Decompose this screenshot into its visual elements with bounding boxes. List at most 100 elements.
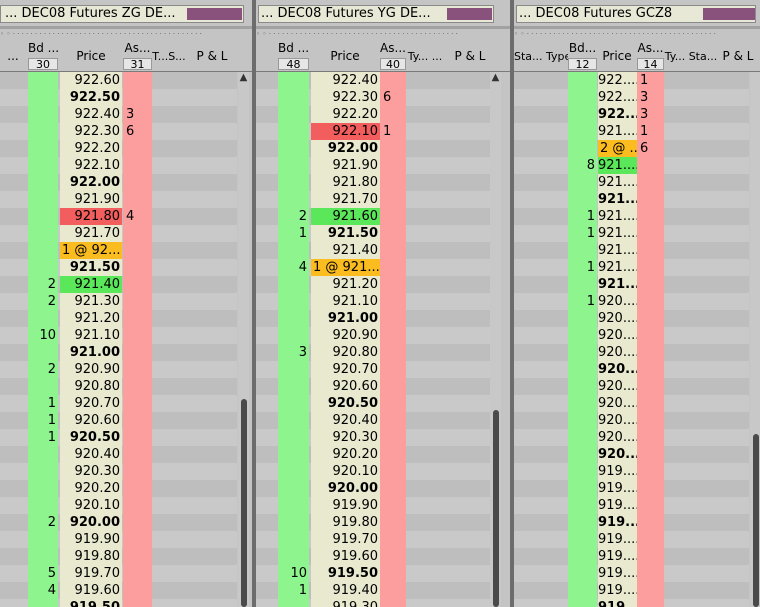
- ask-size-cell[interactable]: [380, 497, 406, 514]
- ladder-row[interactable]: 921.70: [256, 191, 490, 208]
- ladder-row[interactable]: 922.00: [0, 174, 237, 191]
- bid-size-cell[interactable]: [278, 123, 309, 140]
- bid-size-cell[interactable]: [278, 463, 309, 480]
- bid-size-cell[interactable]: [568, 72, 597, 89]
- ladder-row[interactable]: 920.20: [0, 480, 237, 497]
- ladder-row[interactable]: 921....: [514, 191, 749, 208]
- bid-size-cell[interactable]: [28, 310, 58, 327]
- ask-size-cell[interactable]: [123, 242, 152, 259]
- ask-size-cell[interactable]: [380, 276, 406, 293]
- ladder-row[interactable]: 919.50: [0, 599, 237, 607]
- price-cell[interactable]: 920.30: [60, 463, 122, 480]
- bid-size-cell[interactable]: [28, 208, 58, 225]
- bid-size-cell[interactable]: [28, 89, 58, 106]
- ask-size-cell[interactable]: [123, 412, 152, 429]
- ladder-row[interactable]: 920.40: [0, 446, 237, 463]
- bid-size-cell[interactable]: 2: [28, 276, 58, 293]
- price-cell[interactable]: 919....: [598, 599, 637, 607]
- bid-size-cell[interactable]: [568, 276, 597, 293]
- ladder-row[interactable]: 920.00: [256, 480, 490, 497]
- price-cell[interactable]: 919.70: [60, 565, 122, 582]
- ask-size-cell[interactable]: [123, 259, 152, 276]
- ask-size-cell[interactable]: [637, 361, 664, 378]
- ask-size-cell[interactable]: [637, 157, 664, 174]
- ask-size-cell[interactable]: [123, 89, 152, 106]
- price-cell[interactable]: 922.30: [311, 89, 380, 106]
- price-cell[interactable]: 919.80: [311, 514, 380, 531]
- ladder-row[interactable]: 920.10: [256, 463, 490, 480]
- ask-size-cell[interactable]: [380, 361, 406, 378]
- ask-size-cell[interactable]: [123, 514, 152, 531]
- price-cell[interactable]: 920....: [598, 395, 637, 412]
- price-cell[interactable]: 922.40: [311, 72, 380, 89]
- ladder-row[interactable]: 1 920....: [514, 293, 749, 310]
- bid-size-cell[interactable]: [278, 429, 309, 446]
- ladder-row[interactable]: 920....: [514, 395, 749, 412]
- price-cell[interactable]: 919.80: [60, 548, 122, 565]
- ladder-row[interactable]: 3 920.80: [256, 344, 490, 361]
- ask-size-cell[interactable]: [123, 361, 152, 378]
- price-cell[interactable]: 919.90: [60, 531, 122, 548]
- col-pnl-header[interactable]: P & L: [718, 41, 758, 72]
- price-cell[interactable]: 922.10: [311, 123, 380, 140]
- ladder-row[interactable]: 920....: [514, 361, 749, 378]
- ladder-row[interactable]: 41 @ 921...: [256, 259, 490, 276]
- price-cell[interactable]: 920....: [598, 412, 637, 429]
- price-cell[interactable]: 921....: [598, 242, 637, 259]
- ladder-row[interactable]: 1 921....: [514, 208, 749, 225]
- bid-size-cell[interactable]: [278, 310, 309, 327]
- ladder-row[interactable]: 1 921....: [514, 259, 749, 276]
- price-cell[interactable]: 921.50: [60, 259, 122, 276]
- bid-size-cell[interactable]: [568, 123, 597, 140]
- ladder-row[interactable]: 919.90: [256, 497, 490, 514]
- ask-size-cell[interactable]: [637, 293, 664, 310]
- bid-size-cell[interactable]: [568, 344, 597, 361]
- price-cell[interactable]: 922.10: [60, 157, 122, 174]
- price-cell[interactable]: 922....: [598, 89, 637, 106]
- ladder-row[interactable]: 919....: [514, 582, 749, 599]
- price-cell[interactable]: 921....: [598, 276, 637, 293]
- col-bid-header[interactable]: Bd ... 48: [278, 41, 309, 72]
- ask-size-cell[interactable]: [123, 599, 152, 607]
- bid-size-cell[interactable]: [278, 412, 309, 429]
- bid-size-cell[interactable]: [278, 89, 309, 106]
- bid-size-cell[interactable]: 8: [568, 157, 597, 174]
- price-cell[interactable]: 920.30: [311, 429, 380, 446]
- ask-size-cell[interactable]: [637, 582, 664, 599]
- price-cell[interactable]: 920.60: [60, 412, 122, 429]
- bid-size-cell[interactable]: [278, 599, 309, 607]
- price-cell[interactable]: 921.70: [60, 225, 122, 242]
- price-cell[interactable]: 920....: [598, 344, 637, 361]
- bid-size-cell[interactable]: [568, 480, 597, 497]
- bid-size-cell[interactable]: 2: [28, 293, 58, 310]
- price-cell[interactable]: 921....: [598, 225, 637, 242]
- ladder-row[interactable]: 1 @ 92...: [0, 242, 237, 259]
- ladder-row[interactable]: 2 921.40: [0, 276, 237, 293]
- ask-size-cell[interactable]: [380, 395, 406, 412]
- price-cell[interactable]: 921....: [598, 191, 637, 208]
- bid-size-cell[interactable]: 1: [568, 293, 597, 310]
- price-cell[interactable]: 921.90: [60, 191, 122, 208]
- ask-size-cell[interactable]: [380, 531, 406, 548]
- ladder-row[interactable]: 10 919.50: [256, 565, 490, 582]
- ask-size-cell[interactable]: [380, 191, 406, 208]
- ask-size-cell[interactable]: [123, 157, 152, 174]
- bid-size-cell[interactable]: [278, 242, 309, 259]
- price-cell[interactable]: 921.10: [311, 293, 380, 310]
- ask-size-cell[interactable]: [123, 225, 152, 242]
- ladder-row[interactable]: 922....3: [514, 106, 749, 123]
- bid-size-cell[interactable]: [278, 327, 309, 344]
- ask-size-cell[interactable]: [123, 293, 152, 310]
- price-cell[interactable]: 922....: [598, 106, 637, 123]
- price-cell[interactable]: 922.00: [60, 174, 122, 191]
- ladder-row[interactable]: 922.50: [0, 89, 237, 106]
- price-cell[interactable]: 921.00: [311, 310, 380, 327]
- bid-size-cell[interactable]: [28, 157, 58, 174]
- bid-size-cell[interactable]: [28, 123, 58, 140]
- scrollbar[interactable]: ▲: [238, 72, 249, 607]
- bid-size-cell[interactable]: 1: [28, 429, 58, 446]
- ask-size-cell[interactable]: [637, 225, 664, 242]
- ask-size-cell[interactable]: [637, 599, 664, 607]
- bid-size-cell[interactable]: [278, 72, 309, 89]
- description-field[interactable]: ... DEC08 Futures GCZ8: [516, 5, 756, 23]
